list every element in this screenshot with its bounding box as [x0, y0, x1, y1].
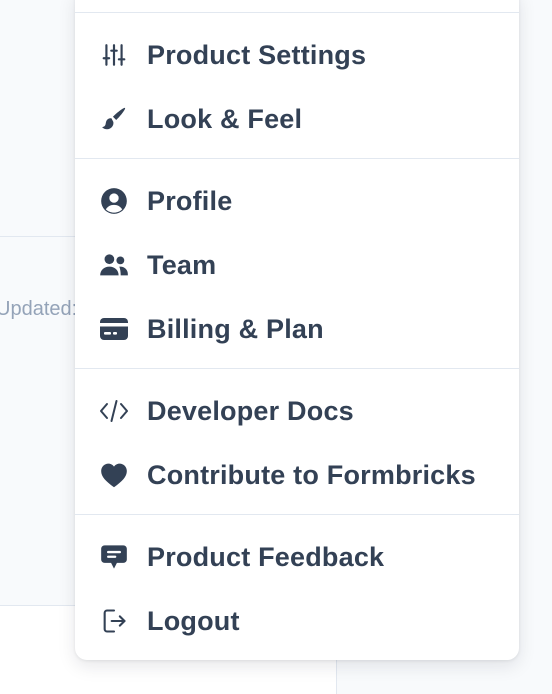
menu-item-label: Product Feedback [147, 542, 385, 572]
heart-icon [99, 460, 129, 490]
menu-item-profile[interactable]: Profile [75, 172, 519, 228]
menu-item-team[interactable]: Team [75, 236, 519, 292]
app-background: Updated: Product Settings Look & Feel Pr… [0, 0, 552, 694]
menu-item-label: Logout [147, 606, 240, 636]
menu-item-developer-docs[interactable]: Developer Docs [75, 382, 519, 438]
menu-item-label: Team [147, 250, 217, 280]
menu-divider [75, 514, 519, 515]
chat-bubble-icon [99, 542, 129, 572]
user-dropdown-menu: Product Settings Look & Feel Profile Tea… [75, 0, 519, 660]
menu-item-label: Profile [147, 186, 233, 216]
menu-item-product-settings[interactable]: Product Settings [75, 26, 519, 82]
updated-label: Updated: [0, 298, 78, 320]
code-icon [99, 396, 129, 426]
credit-card-icon [99, 314, 129, 344]
menu-item-billing-and-plan[interactable]: Billing & Plan [75, 300, 519, 356]
menu-item-label: Product Settings [147, 40, 367, 70]
paintbrush-icon [99, 104, 129, 134]
menu-item-label: Contribute to Formbricks [147, 460, 476, 490]
user-circle-icon [99, 186, 129, 216]
menu-divider [75, 368, 519, 369]
background-divider [0, 605, 80, 606]
menu-divider [75, 12, 519, 13]
menu-item-logout[interactable]: Logout [75, 592, 519, 648]
menu-item-contribute[interactable]: Contribute to Formbricks [75, 446, 519, 502]
menu-item-label: Developer Docs [147, 396, 354, 426]
menu-item-label: Billing & Plan [147, 314, 324, 344]
menu-item-label: Look & Feel [147, 104, 303, 134]
menu-item-product-feedback[interactable]: Product Feedback [75, 528, 519, 584]
logout-icon [99, 606, 129, 636]
sliders-icon [99, 40, 129, 70]
menu-divider [75, 158, 519, 159]
menu-item-look-and-feel[interactable]: Look & Feel [75, 90, 519, 146]
users-icon [99, 250, 129, 280]
background-divider [0, 236, 80, 237]
